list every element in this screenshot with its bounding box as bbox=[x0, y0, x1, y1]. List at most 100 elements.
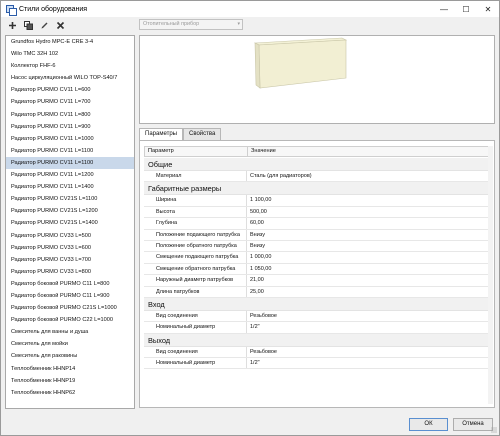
table-row[interactable]: Вид соединения Резьбовое bbox=[144, 310, 490, 323]
category-select-value: Отопительный прибор bbox=[143, 21, 200, 27]
list-item[interactable]: Радиатор PURMO CV11 L=1400 bbox=[6, 181, 134, 193]
parameter-value[interactable]: Резьбовое bbox=[247, 311, 490, 321]
equipment-3d-preview bbox=[139, 35, 495, 124]
list-item[interactable]: Радиатор PURMO CV11 L=1200 bbox=[6, 169, 134, 181]
parameter-value[interactable]: 500,00 bbox=[247, 207, 490, 217]
parameter-name: Высота bbox=[144, 206, 247, 218]
table-row[interactable]: Номинальный диаметр 1/2" bbox=[144, 358, 490, 370]
table-row[interactable]: Высота 500,00 bbox=[144, 206, 490, 219]
list-item[interactable]: Grundfos Hydro MPC-E CRE 3-4 bbox=[6, 36, 134, 48]
tab-properties[interactable]: Свойства bbox=[182, 128, 222, 140]
list-item[interactable]: Радиатор PURMO CV11 L=700 bbox=[6, 96, 134, 108]
list-item[interactable]: Радиатор боковой PURMO C11 L=800 bbox=[6, 278, 134, 290]
parameter-name: Смещение подающего патрубка bbox=[144, 252, 247, 263]
parameter-name: Длина патрубков bbox=[144, 286, 247, 297]
table-row[interactable]: Смещение обратного патрубка 1 050,00 bbox=[144, 263, 490, 276]
table-row[interactable]: Положение подающего патрубка Внизу bbox=[144, 229, 490, 241]
tabs-bar: Параметры Свойства bbox=[139, 128, 222, 141]
list-item[interactable]: Радиатор PURMO CV33 L=700 bbox=[6, 254, 134, 266]
list-item[interactable]: Радиатор боковой PURMO C22 L=1000 bbox=[6, 314, 134, 326]
list-item[interactable]: Смеситель для мойки bbox=[6, 338, 134, 350]
resize-grip[interactable] bbox=[491, 427, 497, 433]
parameter-name: Положение подающего патрубка bbox=[144, 229, 247, 240]
parameter-value[interactable]: Сталь (для радиаторов) bbox=[247, 171, 490, 181]
list-item[interactable]: Теплообменник HHNP19 bbox=[6, 375, 134, 387]
parameter-value[interactable]: 1 050,00 bbox=[247, 264, 490, 274]
table-row[interactable]: Номинальный диаметр 1/2" bbox=[144, 322, 490, 334]
parameter-value[interactable]: Резьбовое bbox=[247, 347, 490, 357]
column-header-parameter[interactable]: Параметр bbox=[145, 147, 248, 156]
list-item[interactable]: Смеситель для раковины bbox=[6, 350, 134, 362]
equipment-list[interactable]: Grundfos Hydro MPC-E CRE 3-4 Wilo TMC 32H… bbox=[5, 35, 135, 409]
list-item[interactable]: Радиатор PURMO CV21S L=1400 bbox=[6, 217, 134, 229]
parameter-name: Смещение обратного патрубка bbox=[144, 263, 247, 275]
vertical-scrollbar[interactable] bbox=[488, 146, 493, 404]
list-item[interactable]: Радиатор PURMO CV11 L=600 bbox=[6, 84, 134, 96]
group-header[interactable]: Выход bbox=[144, 333, 490, 347]
parameter-value[interactable]: 60,00 bbox=[247, 218, 490, 228]
list-item[interactable]: Радиатор боковой PURMO C21S L=1000 bbox=[6, 302, 134, 314]
list-item[interactable]: Радиатор PURMO CV11 L=1000 bbox=[6, 133, 134, 145]
list-item[interactable]: Радиатор PURMO CV33 L=500 bbox=[6, 230, 134, 242]
title-bar: Стили оборудования — ☐ ✕ bbox=[1, 1, 499, 17]
parameter-value[interactable]: 1 100,00 bbox=[247, 195, 490, 205]
list-item[interactable]: Радиатор PURMO CV33 L=600 bbox=[6, 242, 134, 254]
parameter-name: Ширина bbox=[144, 195, 247, 206]
list-item[interactable]: Насос циркуляционный WILO TOP-S40/7 bbox=[6, 72, 134, 84]
parameter-value[interactable]: 1/2" bbox=[247, 322, 490, 332]
table-row[interactable]: Длина патрубков 25,00 bbox=[144, 286, 490, 298]
add-icon[interactable] bbox=[5, 19, 19, 32]
group-header[interactable]: Общие bbox=[144, 158, 490, 171]
parameter-name: Вид соединения bbox=[144, 346, 247, 358]
table-row[interactable]: Материал Сталь (для радиаторов) bbox=[144, 171, 490, 183]
parameter-value[interactable]: 1/2" bbox=[247, 358, 490, 368]
list-item[interactable]: Радиатор PURMO CV11 L=1100 bbox=[6, 156, 134, 170]
list-item[interactable]: Коллектор FHF-6 bbox=[6, 60, 134, 72]
window-title: Стили оборудования bbox=[19, 5, 88, 13]
list-item[interactable]: Радиатор боковой PURMO C11 L=900 bbox=[6, 290, 134, 302]
minimize-button[interactable]: — bbox=[433, 1, 455, 17]
list-item[interactable]: Радиатор PURMO CV21S L=1100 bbox=[6, 193, 134, 205]
cancel-button[interactable]: Отмена bbox=[453, 418, 493, 431]
edit-icon[interactable] bbox=[37, 19, 51, 32]
list-item[interactable]: Радиатор PURMO CV11 L=800 bbox=[6, 109, 134, 121]
parameters-grid: Параметр Значение Общие Материал Сталь (дл… bbox=[139, 140, 495, 408]
parameter-name: Материал bbox=[144, 171, 247, 182]
maximize-button[interactable]: ☐ bbox=[455, 1, 477, 17]
list-item[interactable]: Радиатор PURMO CV33 L=800 bbox=[6, 266, 134, 278]
table-row[interactable]: Смещение подающего патрубка 1 000,00 bbox=[144, 252, 490, 264]
table-row[interactable]: Глубина 60,00 bbox=[144, 218, 490, 230]
list-item[interactable]: Теплообменник HHNP62 bbox=[6, 387, 134, 399]
grid-rows: Общие Материал Сталь (для радиаторов) Габар… bbox=[144, 158, 490, 370]
copy-icon[interactable] bbox=[21, 19, 35, 32]
list-item[interactable]: Смеситель для ванны и душа bbox=[6, 326, 134, 338]
parameter-name: Вид соединения bbox=[144, 310, 247, 322]
column-header-value[interactable]: Значение bbox=[248, 147, 276, 156]
list-item[interactable]: Радиатор PURMO CV21S L=1200 bbox=[6, 205, 134, 217]
table-row[interactable]: Положение обратного патрубка Внизу bbox=[144, 240, 490, 253]
parameter-value[interactable]: 25,00 bbox=[247, 287, 490, 297]
parameter-name: Номинальный диаметр bbox=[144, 358, 247, 369]
parameter-name: Глубина bbox=[144, 218, 247, 229]
list-item[interactable]: Wilo TMC 32H 102 bbox=[6, 48, 134, 60]
parameter-value[interactable]: 21,00 bbox=[247, 275, 490, 285]
parameter-value[interactable]: Внизу bbox=[247, 241, 490, 251]
list-item[interactable]: Теплообменник HHNP14 bbox=[6, 363, 134, 375]
list-item[interactable]: Радиатор PURMO CV11 L=900 bbox=[6, 121, 134, 133]
grid-header: Параметр Значение bbox=[144, 146, 490, 157]
group-header[interactable]: Габаритные размеры bbox=[144, 182, 490, 196]
category-select[interactable]: Отопительный прибор ▾ bbox=[139, 19, 243, 30]
list-item[interactable]: Радиатор PURMO CV11 L=1100 bbox=[6, 145, 134, 157]
parameter-value[interactable]: Внизу bbox=[247, 230, 490, 240]
table-row[interactable]: Ширина 1 100,00 bbox=[144, 195, 490, 207]
ok-button[interactable]: ОК bbox=[409, 418, 448, 431]
table-row[interactable]: Вид соединения Резьбовое bbox=[144, 346, 490, 359]
table-row[interactable]: Наружный диаметр патрубков 21,00 bbox=[144, 275, 490, 287]
close-button[interactable]: ✕ bbox=[477, 1, 499, 17]
toolbar bbox=[5, 18, 67, 32]
group-header[interactable]: Вход bbox=[144, 297, 490, 311]
equipment-styles-dialog: Стили оборудования — ☐ ✕ Отопительный пр… bbox=[0, 0, 500, 436]
parameter-name: Наружный диаметр патрубков bbox=[144, 275, 247, 286]
delete-icon[interactable] bbox=[53, 19, 67, 32]
parameter-value[interactable]: 1 000,00 bbox=[247, 252, 490, 262]
